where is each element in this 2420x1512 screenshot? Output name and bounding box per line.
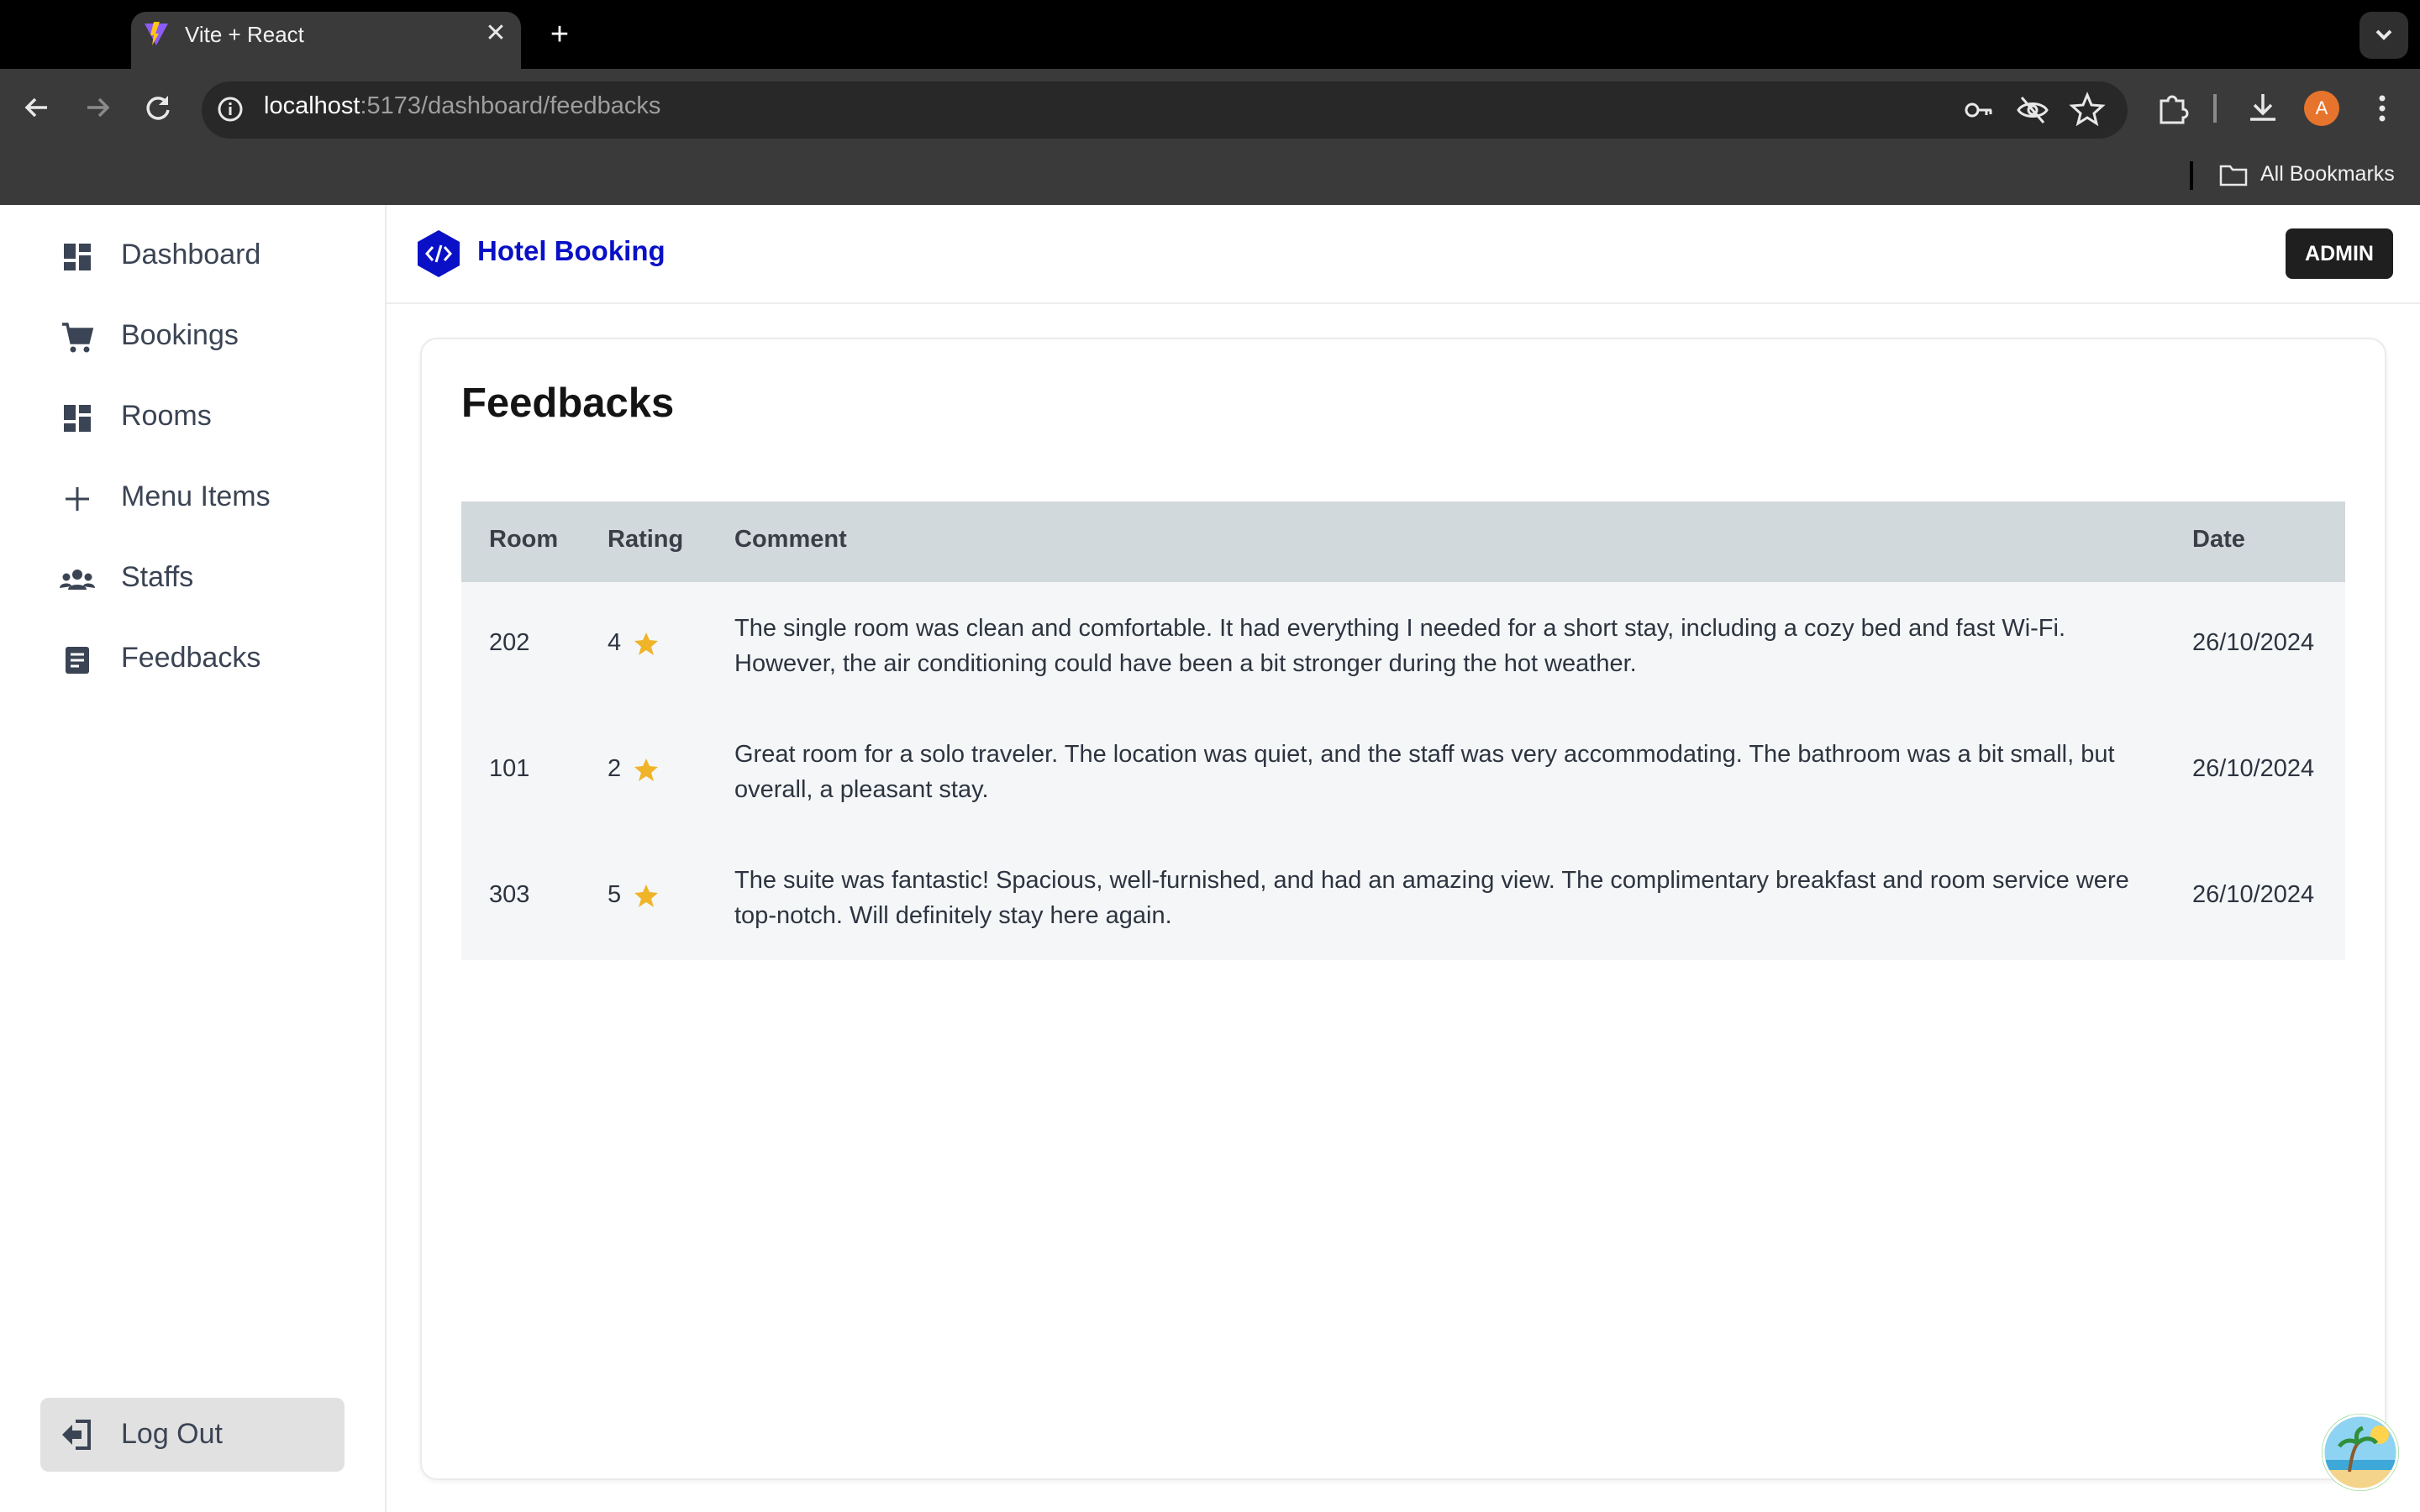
brand-name[interactable]: Hotel Booking [477,235,666,267]
password-key-icon[interactable] [1961,92,1996,128]
bookmarks-separator [2190,161,2193,190]
date-cell: 26/10/2024 [2192,881,2315,908]
dashboard-icon [64,244,91,270]
table-row: 202 4 The single room was clean and comf… [461,582,2345,709]
column-header-room: Room [489,526,559,553]
document-icon [66,647,89,674]
grid-icon [64,405,91,432]
sidebar-item-label: Menu Items [121,480,271,512]
forward-arrow-icon[interactable] [77,87,118,128]
url-path: :5173/dashboard/feedbacks [360,92,661,119]
cart-icon [62,323,94,353]
star-icon [634,759,658,781]
date-cell: 26/10/2024 [2192,755,2315,782]
sidebar: Dashboard Bookings Rooms Menu Items Staf… [0,205,387,1512]
logout-icon [62,1420,91,1450]
room-cell: 101 [489,755,530,782]
extensions-puzzle-icon[interactable] [2154,89,2193,128]
new-tab-button[interactable]: + [543,18,576,52]
sidebar-item-label: Feedbacks [121,642,261,674]
column-header-rating: Rating [608,526,684,553]
column-header-date: Date [2192,526,2245,553]
sidebar-item-label: Staffs [121,561,194,593]
browser-menu-icon[interactable] [2368,89,2396,128]
chevron-down-icon [2375,29,2392,40]
url-host: localhost [264,92,360,119]
back-arrow-icon[interactable] [17,87,57,128]
table-row: 303 5 The suite was fantastic! Spacious,… [461,834,2345,960]
reload-icon[interactable] [138,87,178,128]
all-bookmarks-label[interactable]: All Bookmarks [2260,162,2395,186]
tab-title: Vite + React [185,22,304,47]
sidebar-item-label: Dashboard [121,239,261,270]
code-logo-icon[interactable] [415,228,462,279]
rating-cell: 4 [608,629,622,656]
toolbar-separator [2213,94,2217,123]
app-header [387,205,2420,304]
column-header-comment: Comment [734,526,847,553]
folder-icon [2219,165,2248,186]
comment-cell: Great room for a solo traveler. The loca… [734,741,2115,803]
table-row: 101 2 Great room for a solo traveler. Th… [461,708,2345,835]
date-cell: 26/10/2024 [2192,629,2315,656]
sidebar-item-dashboard[interactable]: Dashboard [0,222,385,289]
people-icon [60,570,95,590]
room-cell: 303 [489,881,530,908]
site-info-icon[interactable] [215,94,245,124]
comment-cell: The single room was clean and comfortabl… [734,615,2066,677]
plus-icon [66,487,89,511]
tab-search-button[interactable] [2360,12,2408,59]
star-icon [634,885,658,907]
sidebar-item-menu-items[interactable]: Menu Items [0,464,385,531]
rating-cell: 5 [608,881,622,908]
table-header: Room Rating Comment Date [461,501,2345,582]
rating-cell: 2 [608,755,622,782]
star-icon [634,633,658,655]
sidebar-item-staffs[interactable]: Staffs [0,544,385,612]
sidebar-item-label: Rooms [121,400,212,432]
download-icon[interactable] [2244,89,2282,128]
floating-assistant-button[interactable] [2321,1413,2400,1492]
admin-button[interactable]: ADMIN [2286,228,2393,279]
eye-off-icon[interactable] [2015,92,2050,128]
profile-avatar[interactable]: A [2304,91,2339,126]
vite-favicon-icon [145,22,168,45]
room-cell: 202 [489,629,530,656]
bookmark-star-icon[interactable] [2069,91,2106,128]
page-title: Feedbacks [461,381,675,426]
sidebar-item-rooms[interactable]: Rooms [0,383,385,450]
sidebar-item-label: Bookings [121,319,239,351]
url-text[interactable]: localhost:5173/dashboard/feedbacks [264,92,660,120]
sidebar-item-feedbacks[interactable]: Feedbacks [0,625,385,692]
tab-close-icon[interactable]: ✕ [482,20,509,47]
logout-label: Log Out [121,1418,223,1450]
comment-cell: The suite was fantastic! Spacious, well-… [734,867,2129,929]
sidebar-item-bookings[interactable]: Bookings [0,302,385,370]
